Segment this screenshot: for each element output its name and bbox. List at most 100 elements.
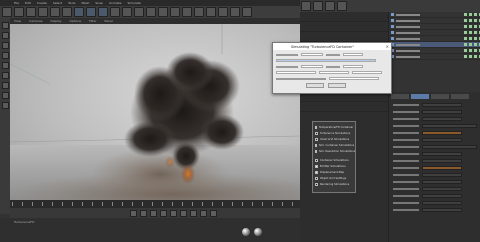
light-icon[interactable] xyxy=(242,7,252,17)
attr-field[interactable] xyxy=(422,172,462,177)
model-mode-icon[interactable] xyxy=(1,32,9,39)
scene-icon[interactable] xyxy=(218,7,228,17)
play-icon[interactable] xyxy=(160,209,167,217)
viewport-menu-filter[interactable]: Filter xyxy=(89,19,96,23)
checkbox[interactable] xyxy=(315,137,318,141)
polygons-mode-icon[interactable] xyxy=(1,72,9,79)
abort-button[interactable] xyxy=(328,83,346,88)
attr-field[interactable] xyxy=(422,102,462,107)
attr-field[interactable] xyxy=(422,137,462,142)
menu-item-edit[interactable]: Edit xyxy=(25,1,31,5)
tab-emission[interactable] xyxy=(431,94,449,99)
attr-field[interactable] xyxy=(422,207,462,212)
menu-item-file[interactable]: File xyxy=(14,1,19,5)
checkbox[interactable] xyxy=(315,182,318,186)
checkbox[interactable] xyxy=(315,176,318,180)
visibility-dots[interactable] xyxy=(464,25,480,28)
snap-icon[interactable] xyxy=(1,92,9,99)
attr-field[interactable] xyxy=(422,165,462,170)
checkbox[interactable] xyxy=(315,170,318,174)
close-icon[interactable]: × xyxy=(386,44,389,49)
content-browser-icon[interactable] xyxy=(337,1,347,11)
attr-field[interactable] xyxy=(422,158,462,163)
menu-item-snap[interactable]: Snap xyxy=(95,1,103,5)
visibility-dots[interactable] xyxy=(464,13,480,16)
viewport-menu-options[interactable]: Options xyxy=(70,19,82,23)
attr-field[interactable] xyxy=(422,144,477,149)
pen-icon[interactable] xyxy=(170,7,180,17)
render-settings-icon[interactable] xyxy=(146,7,156,17)
points-mode-icon[interactable] xyxy=(1,52,9,59)
move-icon[interactable] xyxy=(38,7,48,17)
previous-key-icon[interactable] xyxy=(140,209,147,217)
material-ball-2[interactable] xyxy=(254,228,262,236)
record-icon[interactable] xyxy=(200,209,207,217)
attr-field[interactable] xyxy=(422,193,462,198)
attr-field[interactable] xyxy=(422,130,462,135)
subdivision-icon[interactable] xyxy=(182,7,192,17)
redo-icon[interactable] xyxy=(14,7,24,17)
previous-frame-icon[interactable] xyxy=(150,209,157,217)
takes-tab-icon[interactable] xyxy=(325,1,335,11)
visibility-dots[interactable] xyxy=(464,19,480,22)
menu-item-mesh[interactable]: Mesh xyxy=(81,1,89,5)
go-to-start-icon[interactable] xyxy=(130,209,137,217)
deformer-icon[interactable] xyxy=(206,7,216,17)
edges-mode-icon[interactable] xyxy=(1,62,9,69)
visibility-dots[interactable] xyxy=(464,49,480,52)
3d-viewport[interactable] xyxy=(10,24,300,200)
scale-icon[interactable] xyxy=(50,7,60,17)
go-to-end-icon[interactable] xyxy=(190,209,197,217)
timeline-ruler[interactable] xyxy=(10,200,300,208)
menu-item-select[interactable]: Select xyxy=(53,1,62,5)
visibility-dots[interactable] xyxy=(464,31,480,34)
tab-cache[interactable] xyxy=(451,94,469,99)
y-axis-icon[interactable] xyxy=(86,7,96,17)
undo-icon[interactable] xyxy=(2,7,12,17)
select-icon[interactable] xyxy=(26,7,36,17)
attr-field[interactable] xyxy=(422,151,462,156)
next-key-icon[interactable] xyxy=(180,209,187,217)
checkbox[interactable] xyxy=(315,164,318,168)
visibility-dots[interactable] xyxy=(464,37,480,40)
checkbox[interactable] xyxy=(315,125,317,129)
workplane-icon[interactable] xyxy=(1,102,9,109)
visibility-dots[interactable] xyxy=(464,55,480,58)
attr-field[interactable] xyxy=(422,123,477,128)
checkbox[interactable] xyxy=(315,143,317,147)
axis-mode-icon[interactable] xyxy=(1,82,9,89)
texture-mode-icon[interactable] xyxy=(1,42,9,49)
viewport-menu-view[interactable]: View xyxy=(14,19,21,23)
rotate-icon[interactable] xyxy=(62,7,72,17)
tab-container[interactable] xyxy=(411,94,429,99)
make-editable-icon[interactable] xyxy=(1,22,9,29)
visibility-dots[interactable] xyxy=(464,43,480,46)
tab-basic[interactable] xyxy=(391,94,409,99)
array-icon[interactable] xyxy=(194,7,204,17)
checkbox[interactable] xyxy=(315,158,318,162)
cube-icon[interactable] xyxy=(158,7,168,17)
viewport-menu-display[interactable]: Display xyxy=(50,19,61,23)
z-axis-icon[interactable] xyxy=(98,7,108,17)
objects-tab-icon[interactable] xyxy=(313,1,323,11)
object-row[interactable] xyxy=(389,54,480,60)
camera-icon[interactable] xyxy=(230,7,240,17)
attr-field[interactable] xyxy=(422,116,462,121)
material-ball-1[interactable] xyxy=(242,228,250,236)
render-picture-icon[interactable] xyxy=(134,7,144,17)
render-view-icon[interactable] xyxy=(122,7,132,17)
checkbox[interactable] xyxy=(315,131,318,135)
attr-field[interactable] xyxy=(422,200,462,205)
layout-icon[interactable] xyxy=(301,1,311,11)
attr-field[interactable] xyxy=(422,186,462,191)
option-row[interactable]: Rendering Simulations xyxy=(315,181,353,187)
menu-item-create[interactable]: Create xyxy=(37,1,47,5)
menu-item-tools[interactable]: Tools xyxy=(68,1,75,5)
coord-system-icon[interactable] xyxy=(110,7,120,17)
attr-field[interactable] xyxy=(422,109,462,114)
attr-field[interactable] xyxy=(422,179,462,184)
viewport-menu-cameras[interactable]: Cameras xyxy=(29,19,42,23)
checkbox[interactable] xyxy=(315,149,317,153)
pause-button[interactable] xyxy=(306,83,324,88)
menu-item-animate[interactable]: Animate xyxy=(109,1,122,5)
